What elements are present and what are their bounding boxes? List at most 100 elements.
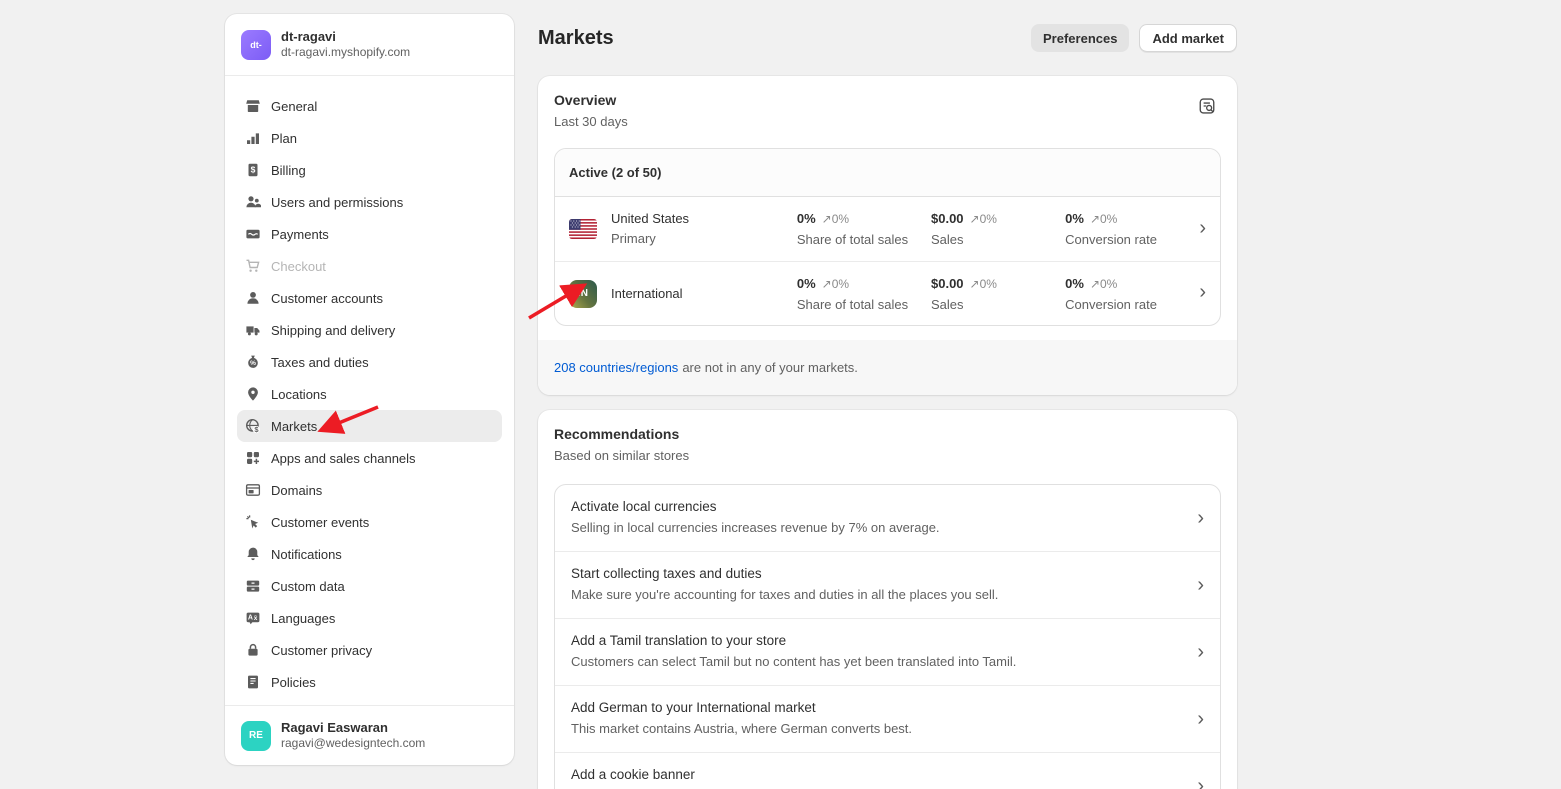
metric-value: 0% — [1065, 211, 1084, 226]
recommendation-add-german[interactable]: Add German to your International market … — [555, 685, 1220, 752]
notifications-icon — [245, 546, 261, 562]
sidebar-item-custom-data[interactable]: Custom data — [237, 570, 502, 602]
header-actions: Preferences Add market — [1031, 24, 1237, 52]
metric-sales: $0.00↗0% Sales — [931, 210, 1065, 248]
chevron-right-icon: › — [1197, 776, 1204, 789]
recommendation-cookie-banner[interactable]: Add a cookie banner Local privacy laws m… — [555, 752, 1220, 789]
international-market-icon: IN — [569, 280, 597, 308]
sidebar-item-users-and-permissions[interactable]: Users and permissions — [237, 186, 502, 218]
user-avatar: RE — [241, 721, 271, 751]
sidebar-item-label: Markets — [271, 419, 317, 434]
plan-icon — [245, 130, 261, 146]
taxes-icon: % — [245, 354, 261, 370]
users-icon — [245, 194, 261, 210]
market-name: International — [611, 285, 797, 303]
sidebar-item-general[interactable]: General — [237, 90, 502, 122]
report-search-icon[interactable] — [1193, 92, 1221, 120]
sidebar-item-billing[interactable]: $ Billing — [237, 154, 502, 186]
sidebar-item-locations[interactable]: Locations — [237, 378, 502, 410]
sidebar-item-plan[interactable]: Plan — [237, 122, 502, 154]
recommendation-activate-local-currencies[interactable]: Activate local currencies Selling in loc… — [555, 485, 1220, 551]
countries-regions-link[interactable]: 208 countries/regions — [554, 360, 678, 375]
sidebar-item-label: Notifications — [271, 547, 342, 562]
sidebar-item-shipping-and-delivery[interactable]: Shipping and delivery — [237, 314, 502, 346]
recommendations-card: Recommendations Based on similar stores … — [538, 410, 1237, 789]
recommendation-description: Selling in local currencies increases re… — [571, 519, 1180, 537]
store-header: dt- dt-ragavi dt-ragavi.myshopify.com — [225, 14, 514, 76]
metric-delta: ↗0% — [822, 212, 849, 226]
metric-sales: $0.00↗0% Sales — [931, 275, 1065, 313]
preferences-button[interactable]: Preferences — [1031, 24, 1129, 52]
sidebar-item-label: Domains — [271, 483, 322, 498]
settings-page: dt- dt-ragavi dt-ragavi.myshopify.com Ge… — [0, 0, 1561, 789]
sidebar-item-customer-accounts[interactable]: Customer accounts — [237, 282, 502, 314]
metric-label: Sales — [931, 231, 1065, 248]
apps-icon — [245, 450, 261, 466]
policies-icon — [245, 674, 261, 690]
sidebar-item-apps-and-sales-channels[interactable]: Apps and sales channels — [237, 442, 502, 474]
svg-text:%: % — [250, 360, 256, 367]
recommendation-collect-taxes-duties[interactable]: Start collecting taxes and duties Make s… — [555, 551, 1220, 618]
overview-footer: 208 countries/regions are not in any of … — [538, 340, 1237, 395]
metric-label: Conversion rate — [1065, 231, 1199, 248]
metric-value: 0% — [797, 211, 816, 226]
market-row-international[interactable]: IN International 0%↗0% Share of total sa… — [555, 261, 1220, 325]
sidebar-item-notifications[interactable]: Notifications — [237, 538, 502, 570]
recommendation-tamil-translation[interactable]: Add a Tamil translation to your store Cu… — [555, 618, 1220, 685]
sidebar-item-domains[interactable]: Domains — [237, 474, 502, 506]
recommendation-title: Add a cookie banner — [571, 766, 1180, 784]
settings-sidebar: dt- dt-ragavi dt-ragavi.myshopify.com Ge… — [225, 14, 514, 765]
lock-icon — [245, 642, 261, 658]
svg-text:$: $ — [251, 165, 256, 175]
metric-delta: ↗0% — [1090, 277, 1117, 291]
recommendation-description: Make sure you're accounting for taxes an… — [571, 586, 1180, 604]
markets-icon: $ — [245, 418, 261, 434]
recommendations-subtitle: Based on similar stores — [554, 448, 1221, 463]
market-subtitle: Primary — [611, 230, 797, 248]
metric-label: Conversion rate — [1065, 296, 1199, 313]
chevron-right-icon: › — [1197, 575, 1204, 595]
domains-icon — [245, 482, 261, 498]
market-name: United States — [611, 210, 797, 228]
chevron-right-icon: › — [1197, 709, 1204, 729]
sidebar-item-policies[interactable]: Policies — [237, 666, 502, 698]
sidebar-item-taxes-and-duties[interactable]: % Taxes and duties — [237, 346, 502, 378]
store-avatar: dt- — [241, 30, 271, 60]
sidebar-item-label: General — [271, 99, 317, 114]
sidebar-item-label: Languages — [271, 611, 335, 626]
metric-share-of-total-sales: 0%↗0% Share of total sales — [797, 210, 931, 248]
metric-value: 0% — [1065, 276, 1084, 291]
sidebar-item-markets[interactable]: $ Markets — [237, 410, 502, 442]
overview-subtitle: Last 30 days — [554, 114, 1221, 129]
customer-accounts-icon — [245, 290, 261, 306]
sidebar-item-payments[interactable]: Payments — [237, 218, 502, 250]
shipping-icon — [245, 322, 261, 338]
sidebar-item-label: Apps and sales channels — [271, 451, 416, 466]
languages-icon: Ax̄ — [245, 610, 261, 626]
svg-text:x̄: x̄ — [254, 614, 258, 622]
sidebar-item-customer-privacy[interactable]: Customer privacy — [237, 634, 502, 666]
sidebar-item-label: Plan — [271, 131, 297, 146]
sidebar-item-customer-events[interactable]: Customer events — [237, 506, 502, 538]
overview-footer-text: are not in any of your markets. — [682, 360, 858, 375]
sidebar-item-label: Shipping and delivery — [271, 323, 395, 338]
user-footer[interactable]: RE Ragavi Easwaran ragavi@wedesigntech.c… — [225, 705, 514, 765]
user-email: ragavi@wedesigntech.com — [281, 736, 425, 751]
metric-conversion-rate: 0%↗0% Conversion rate — [1065, 210, 1199, 248]
sidebar-item-label: Customer privacy — [271, 643, 372, 658]
active-markets-box: Active (2 of 50) — [554, 148, 1221, 326]
sidebar-item-label: Billing — [271, 163, 306, 178]
sidebar-item-languages[interactable]: Ax̄ Languages — [237, 602, 502, 634]
metric-value: $0.00 — [931, 276, 964, 291]
chevron-right-icon: › — [1199, 282, 1206, 305]
billing-icon: $ — [245, 162, 261, 178]
page-title: Markets — [538, 27, 614, 50]
add-market-button[interactable]: Add market — [1139, 24, 1237, 52]
store-domain: dt-ragavi.myshopify.com — [281, 45, 410, 60]
page-header: Markets Preferences Add market — [538, 22, 1237, 54]
market-row-united-states[interactable]: United States Primary 0%↗0% Share of tot… — [555, 197, 1220, 261]
svg-text:A: A — [248, 615, 253, 622]
recommendation-description: This market contains Austria, where Germ… — [571, 720, 1180, 738]
sidebar-item-label: Customer accounts — [271, 291, 383, 306]
recommendation-description: Customers can select Tamil but no conten… — [571, 653, 1180, 671]
